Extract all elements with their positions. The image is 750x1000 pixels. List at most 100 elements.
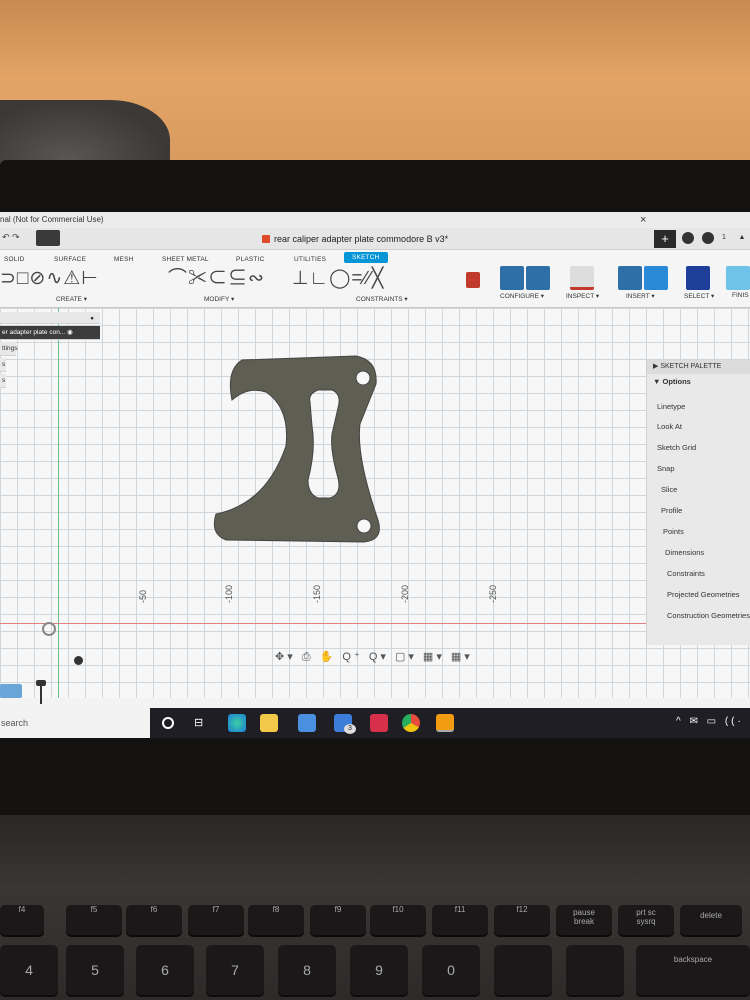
task-view-icon[interactable]: ⊟ (194, 716, 203, 729)
browser-component[interactable]: er adapter plate con... ◉ (0, 326, 100, 340)
option-snap[interactable]: Snap (657, 464, 675, 473)
modify-tools-icons[interactable]: ⌒✂⊂⊆∾ (168, 268, 265, 290)
document-title[interactable]: rear caliper adapter plate commodore B v… (262, 234, 448, 244)
insert-icon[interactable] (618, 266, 642, 290)
key-f7[interactable]: f7 (188, 905, 244, 935)
option-construction-geometries[interactable]: Construction Geometries (667, 611, 750, 620)
extensions-icon[interactable] (682, 232, 694, 244)
browser-header: ● (0, 312, 100, 324)
option-profile[interactable]: Profile (661, 506, 682, 515)
chrome-icon[interactable] (402, 714, 420, 732)
key-f6[interactable]: f6 (126, 905, 182, 935)
sketch-canvas[interactable]: -50 -100 -150 -200 -250 (0, 308, 750, 698)
option-points[interactable]: Points (663, 527, 684, 536)
inspect-menu[interactable]: INSPECT ▾ (566, 292, 599, 300)
key-f4[interactable]: f4 (0, 905, 44, 935)
fusion-app-icon[interactable] (436, 714, 454, 732)
key-label: backspace (673, 955, 713, 964)
caliper-plate-profile[interactable] (213, 355, 380, 543)
key-f12[interactable]: f12 (494, 905, 550, 935)
key-f9[interactable]: f9 (310, 905, 366, 935)
key-pause[interactable]: pause break (556, 905, 612, 935)
tab-plastic[interactable]: PLASTIC (236, 256, 265, 263)
undo-redo-icons[interactable]: ↶ ↷ (2, 232, 20, 243)
edge-icon[interactable] (228, 714, 246, 732)
option-dimensions[interactable]: Dimensions (665, 548, 704, 557)
configure-icon[interactable] (500, 266, 524, 290)
key-label: f4 (18, 905, 26, 914)
system-tray[interactable]: ^ ✉ ▭ ((· (676, 716, 744, 727)
option-slice[interactable]: Slice (661, 485, 677, 494)
option-look-at[interactable]: Look At (657, 422, 682, 431)
key-f11[interactable]: f11 (432, 905, 488, 935)
tab-solid[interactable]: SOLID (4, 256, 25, 263)
key-6[interactable]: 6 (136, 945, 194, 995)
options-section[interactable]: ▼ Options (647, 374, 750, 390)
tab-surface[interactable]: SURFACE (54, 256, 86, 263)
document-title-text: rear caliper adapter plate commodore B v… (274, 234, 449, 244)
key-7[interactable]: 7 (206, 945, 264, 995)
cortana-icon[interactable] (162, 717, 174, 729)
browser-item[interactable]: s (0, 374, 6, 388)
navigation-toolbar[interactable]: ✥▾ ⎙ ✋ Q⁺ Q▾ ▢▾ ▦▾ ▦▾ (275, 650, 473, 664)
timeline[interactable] (0, 680, 60, 706)
modify-menu[interactable]: MODIFY ▾ (204, 295, 234, 303)
finish-sketch-icon[interactable] (726, 266, 750, 290)
key-9[interactable]: 9 (350, 945, 408, 995)
constraint-tools-icons[interactable]: ⊥∟◯=∕∕╳ (292, 268, 384, 290)
option-constraints[interactable]: Constraints (667, 569, 705, 578)
insert-image-icon[interactable] (644, 266, 668, 290)
key-f5[interactable]: f5 (66, 905, 122, 935)
finish-sketch-menu[interactable]: FINIS (732, 292, 749, 299)
timeline-feature-icon[interactable] (0, 684, 22, 698)
key-delete[interactable]: delete (680, 905, 742, 935)
key-f8[interactable]: f8 (248, 905, 304, 935)
timeline-marker-head[interactable] (36, 680, 46, 686)
mounting-hole-bottom[interactable] (356, 518, 372, 534)
caliper-plate-sketch[interactable] (0, 308, 750, 698)
sketch-palette-header[interactable]: ▶ SKETCH PALETTE (647, 360, 750, 374)
close-tab-button[interactable]: × (640, 214, 646, 226)
key-backspace[interactable]: backspace (636, 945, 750, 995)
taskbar-search[interactable]: search (0, 708, 150, 738)
key-f10[interactable]: f10 (370, 905, 426, 935)
tab-sketch[interactable]: SKETCH (344, 252, 388, 263)
measure-icon[interactable] (570, 266, 594, 290)
key-equals[interactable] (566, 945, 624, 995)
create-tools-icons[interactable]: ⊃□⊘∿⚠⊢ (0, 268, 99, 290)
key-minus[interactable] (494, 945, 552, 995)
select-menu[interactable]: SELECT ▾ (684, 292, 714, 300)
notifications-icon[interactable] (702, 232, 714, 244)
key-5[interactable]: 5 (66, 945, 124, 995)
tab-mesh[interactable]: MESH (114, 256, 134, 263)
gift-app-icon[interactable] (370, 714, 388, 732)
constraints-menu[interactable]: CONSTRAINTS ▾ (356, 295, 408, 303)
create-menu[interactable]: CREATE ▾ (56, 295, 87, 303)
select-icon[interactable] (686, 266, 710, 290)
data-panel-icon[interactable] (36, 230, 60, 246)
activate-radio-icon[interactable]: ◉ (67, 329, 73, 336)
help-icon[interactable]: ▲ (736, 232, 748, 244)
tab-sheet-metal[interactable]: SHEET METAL (162, 256, 209, 263)
file-explorer-icon[interactable] (260, 714, 278, 732)
job-status-icon[interactable]: 1 (718, 232, 730, 244)
mounting-hole-top[interactable] (355, 370, 371, 386)
configure-table-icon[interactable] (526, 266, 550, 290)
browser-item[interactable]: ttings (0, 342, 18, 356)
comments-toggle-icon[interactable] (74, 656, 83, 665)
key-8[interactable]: 8 (278, 945, 336, 995)
key-print-screen[interactable]: prt sc sysrq (618, 905, 674, 935)
new-tab-button[interactable]: + (654, 230, 676, 248)
option-linetype[interactable]: Linetype (657, 402, 685, 411)
configure-menu[interactable]: CONFIGURE ▾ (500, 292, 544, 300)
option-projected-geometries[interactable]: Projected Geometries (667, 590, 740, 599)
store-icon[interactable] (298, 714, 316, 732)
tab-utilities[interactable]: UTILITIES (294, 256, 326, 263)
option-sketch-grid[interactable]: Sketch Grid (657, 443, 696, 452)
key-4[interactable]: 4 (0, 945, 58, 995)
insert-menu[interactable]: INSERT ▾ (626, 292, 655, 300)
key-0[interactable]: 0 (422, 945, 480, 995)
fix-constraint-icon[interactable] (466, 272, 480, 288)
browser-item[interactable]: s (0, 358, 6, 372)
browser-dot-icon[interactable]: ● (90, 312, 94, 326)
